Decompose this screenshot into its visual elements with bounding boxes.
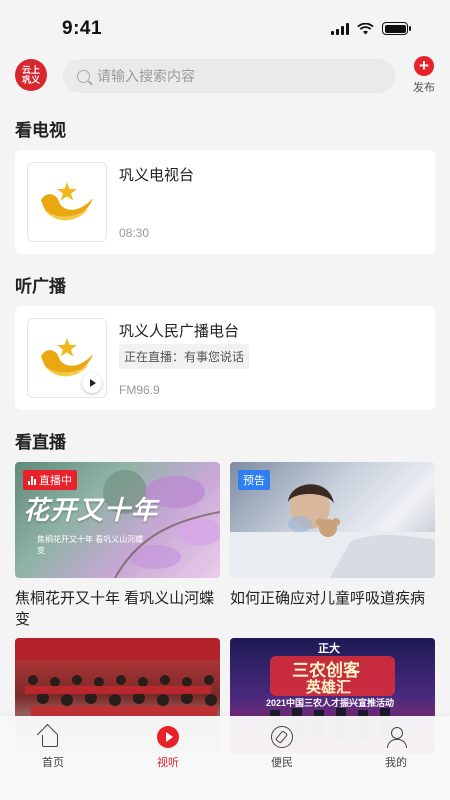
search-icon bbox=[77, 69, 90, 83]
tab-home-label: 首页 bbox=[42, 757, 64, 769]
live-bars-icon bbox=[28, 475, 36, 485]
compass-icon bbox=[271, 726, 293, 748]
tab-video[interactable]: 视听 bbox=[138, 726, 198, 770]
tab-profile[interactable]: 我的 bbox=[366, 726, 426, 770]
tab-services-label: 便民 bbox=[271, 757, 293, 769]
user-icon bbox=[385, 726, 407, 748]
thumbnail-caption: 焦桐花开又十年 看巩义山河蝶变 bbox=[37, 535, 144, 555]
play-icon[interactable] bbox=[82, 373, 102, 393]
search-bar[interactable]: 请输入搜索内容 bbox=[63, 59, 395, 93]
thumbnail-brand: 正大 bbox=[318, 643, 340, 655]
radio-station-name: 巩义人民广播电台 bbox=[119, 323, 240, 340]
live-badge-label: 直播中 bbox=[39, 475, 72, 487]
tab-profile-label: 我的 bbox=[385, 757, 407, 769]
radio-station-logo bbox=[27, 318, 107, 398]
live-item[interactable]: 预告 如何正确应对儿童呼吸道疾病 bbox=[230, 462, 435, 609]
play-circle-icon bbox=[157, 726, 179, 748]
publish-label: 发布 bbox=[413, 82, 435, 94]
preview-badge-label: 预告 bbox=[243, 475, 265, 487]
logo-text-line2: 巩义 bbox=[21, 75, 40, 85]
signal-icon bbox=[331, 22, 349, 35]
header: 云上 巩义 请输入搜索内容 + 发布 bbox=[0, 56, 450, 100]
thumbnail-subheadline: 英雄汇 bbox=[306, 679, 352, 696]
home-icon bbox=[42, 726, 64, 748]
radio-station-card[interactable]: 巩义人民广播电台 正在直播：有事您说话 FM96.9 bbox=[15, 306, 435, 410]
logo-text-line1: 云上 bbox=[21, 65, 40, 75]
tab-services[interactable]: 便民 bbox=[252, 726, 312, 770]
tv-channel-logo bbox=[27, 162, 107, 242]
tab-home[interactable]: 首页 bbox=[23, 726, 83, 770]
status-time: 9:41 bbox=[62, 18, 103, 39]
plus-icon: + bbox=[414, 56, 434, 76]
now-playing-tag: 正在直播：有事您说话 bbox=[119, 344, 250, 369]
app-logo[interactable]: 云上 巩义 bbox=[15, 59, 47, 91]
section-title-radio: 听广播 bbox=[15, 277, 66, 296]
section-title-tv: 看电视 bbox=[15, 121, 66, 140]
live-item-title: 如何正确应对儿童呼吸道疾病 bbox=[230, 590, 426, 607]
search-placeholder: 请输入搜索内容 bbox=[97, 68, 195, 84]
preview-badge: 预告 bbox=[238, 470, 270, 490]
battery-icon bbox=[382, 22, 411, 35]
tab-video-label: 视听 bbox=[157, 757, 179, 769]
live-thumbnail: 直播中 花开又十年 焦桐花开又十年 看巩义山河蝶变 bbox=[15, 462, 220, 578]
wifi-icon bbox=[357, 22, 374, 34]
tv-program-time: 08:30 bbox=[119, 226, 150, 240]
status-bar: 9:41 bbox=[0, 0, 450, 56]
live-item[interactable]: 直播中 花开又十年 焦桐花开又十年 看巩义山河蝶变 焦桐花开又十年 看巩义山河蝶… bbox=[15, 462, 220, 630]
tv-channel-name: 巩义电视台 bbox=[119, 167, 195, 184]
live-thumbnail: 预告 bbox=[230, 462, 435, 578]
thumbnail-headline: 花开又十年 bbox=[23, 496, 159, 526]
live-badge: 直播中 bbox=[23, 470, 77, 490]
status-icons bbox=[331, 22, 411, 35]
section-title-live: 看直播 bbox=[15, 433, 66, 452]
thumbnail-caption: 2021中国三农人才振兴宣推活动 bbox=[266, 698, 395, 708]
radio-frequency: FM96.9 bbox=[119, 383, 160, 397]
live-item-title: 焦桐花开又十年 看巩义山河蝶变 bbox=[15, 590, 215, 628]
bottom-tab-bar: 首页 视听 便民 我的 bbox=[0, 716, 450, 800]
tv-channel-card[interactable]: 巩义电视台 08:30 bbox=[15, 150, 435, 254]
publish-button[interactable]: + 发布 bbox=[410, 56, 438, 95]
